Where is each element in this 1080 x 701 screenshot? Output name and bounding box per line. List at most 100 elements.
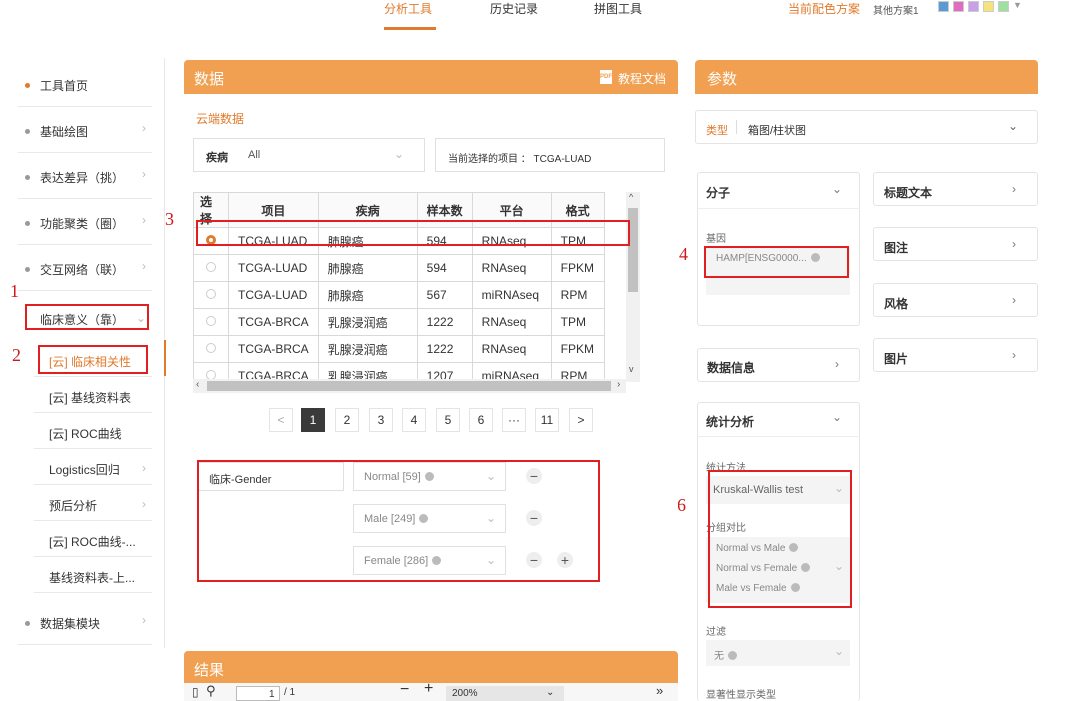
params-panel-title: 参数 xyxy=(707,71,738,88)
chevron-right-icon: › xyxy=(142,497,146,511)
arrow-left-icon[interactable]: ‹ xyxy=(196,379,199,390)
color-swatch[interactable] xyxy=(953,1,964,12)
sidebar-item-home[interactable]: 工具首页 xyxy=(18,63,152,107)
table-cell[interactable] xyxy=(193,254,229,282)
result-panel-header: 结果 xyxy=(184,651,678,683)
sidebar-subitem-prognosis[interactable]: 预后分析 › xyxy=(34,485,152,521)
sidebar-subitem-roc-2[interactable]: [云] ROC曲线-... xyxy=(34,521,152,557)
color-swatch[interactable] xyxy=(983,1,994,12)
stats-card-header[interactable]: 统计分析 ⌄ xyxy=(697,402,860,437)
color-swatch[interactable] xyxy=(998,1,1009,12)
bullet-icon xyxy=(25,175,30,180)
page-ellipsis[interactable]: ··· xyxy=(502,408,526,432)
search-icon[interactable]: ⚲ xyxy=(206,683,216,699)
data-panel-title: 数据 xyxy=(194,71,225,88)
molecule-card-header[interactable]: 分子 ⌄ xyxy=(697,172,860,209)
sidebar-item-label: [云] ROC曲线-... xyxy=(49,535,136,549)
table-cell: 乳腺浸润癌 xyxy=(317,335,418,363)
scrollbar-thumb[interactable] xyxy=(207,381,611,391)
chevron-right-icon: › xyxy=(835,357,839,371)
sidebar-item-label: 基础绘图 xyxy=(40,125,89,139)
table-cell: 1222 xyxy=(416,308,473,336)
row-radio[interactable] xyxy=(206,316,216,326)
annotation-number: 3 xyxy=(165,209,174,229)
sidebar-item-basic-plot[interactable]: 基础绘图 › xyxy=(18,109,152,153)
table-cell: RNAseq xyxy=(471,335,552,363)
legend-card[interactable]: 图注 › xyxy=(873,227,1038,261)
color-scheme-select[interactable]: 其他方案1 xyxy=(873,2,919,17)
page-button[interactable]: 3 xyxy=(369,408,393,432)
image-card[interactable]: 图片 › xyxy=(873,338,1038,372)
table-cell[interactable] xyxy=(193,308,229,336)
cloud-data-label: 云端数据 xyxy=(196,112,245,126)
result-panel-title: 结果 xyxy=(194,662,225,679)
row-radio[interactable] xyxy=(206,343,216,353)
horizontal-scrollbar[interactable]: ‹ › xyxy=(193,379,626,393)
bullet-icon xyxy=(25,221,30,226)
table-cell: 594 xyxy=(416,254,473,282)
page-button[interactable]: 4 xyxy=(402,408,426,432)
page-button[interactable]: 5 xyxy=(436,408,460,432)
table-cell[interactable] xyxy=(193,281,229,309)
sidebar-item-diff-expression[interactable]: 表达差异（挑） › xyxy=(18,155,152,199)
chevron-right-icon: › xyxy=(142,613,146,627)
row-radio[interactable] xyxy=(206,289,216,299)
table-cell: TCGA-BRCA xyxy=(228,335,319,363)
sidebar-item-dataset[interactable]: 数据集模块 › xyxy=(18,601,152,645)
sidebar-subitem-roc[interactable]: [云] ROC曲线 xyxy=(34,413,152,449)
page-button[interactable]: 1 xyxy=(301,408,325,432)
sidebar-item-label: 基线资料表-上... xyxy=(49,571,135,585)
zoom-in-icon[interactable]: + xyxy=(424,683,433,698)
table-row[interactable]: TCGA-LUAD 肺腺癌 594 RNAseq FPKM xyxy=(193,254,605,282)
chevron-right-icon: › xyxy=(142,461,146,475)
zoom-out-icon[interactable]: − xyxy=(400,683,409,699)
chevron-right-icon: › xyxy=(1012,293,1016,307)
nav-collage-tools[interactable]: 拼图工具 xyxy=(594,0,642,17)
sidebar-item-label: 交互网络（联） xyxy=(40,263,125,277)
chevron-down-icon: ⌄ xyxy=(832,410,843,424)
color-swatch[interactable] xyxy=(968,1,979,12)
disease-value: All xyxy=(248,149,261,161)
page-button[interactable]: 6 xyxy=(469,408,493,432)
sidebar-item-label: 工具首页 xyxy=(40,79,89,93)
table-row[interactable]: TCGA-LUAD 肺腺癌 567 miRNAseq RPM xyxy=(193,281,605,309)
style-card[interactable]: 风格 › xyxy=(873,283,1038,317)
table-cell: 567 xyxy=(416,281,473,309)
more-tools-icon[interactable]: » xyxy=(656,683,663,698)
table-row[interactable]: TCGA-BRCA 乳腺浸润癌 1222 RNAseq FPKM xyxy=(193,335,605,363)
filter-select[interactable]: 无 ⌄ xyxy=(706,640,850,666)
table-cell: RNAseq xyxy=(471,308,552,336)
page-number-input[interactable]: 1 xyxy=(236,686,280,701)
table-cell[interactable] xyxy=(193,335,229,363)
sidebar-subitem-baseline-table[interactable]: [云] 基线资料表 xyxy=(34,377,152,413)
page-button[interactable]: 11 xyxy=(535,408,559,432)
color-swatch[interactable] xyxy=(938,1,949,12)
nav-history[interactable]: 历史记录 xyxy=(490,0,538,17)
nav-analysis-tools[interactable]: 分析工具 xyxy=(384,0,432,17)
chevron-down-icon[interactable]: ▼ xyxy=(1013,0,1022,10)
chevron-right-icon: › xyxy=(1012,182,1016,196)
type-label: 类型 xyxy=(706,125,728,137)
annotation-number: 6 xyxy=(677,495,686,515)
arrow-up-icon[interactable]: ^ xyxy=(629,192,633,202)
page-button[interactable]: 2 xyxy=(335,408,359,432)
sidebar-item-interaction-network[interactable]: 交互网络（联） › xyxy=(18,247,152,291)
data-info-card[interactable]: 数据信息 › xyxy=(697,348,860,382)
nav-active-underline xyxy=(384,27,436,30)
chart-type-select[interactable]: 类型 箱图/柱状图 ⌄ xyxy=(695,110,1038,144)
tutorial-doc-link[interactable]: 教程文档 xyxy=(618,70,666,87)
zoom-select[interactable]: 200% ⌄ xyxy=(446,686,564,701)
sidebar-subitem-baseline-upload[interactable]: 基线资料表-上... xyxy=(34,557,152,593)
table-row[interactable]: TCGA-BRCA 乳腺浸润癌 1222 RNAseq TPM xyxy=(193,308,605,336)
arrow-right-icon[interactable]: › xyxy=(617,379,620,390)
prev-page-button[interactable]: < xyxy=(269,408,293,432)
disease-select[interactable]: 疾病 All ⌄ xyxy=(193,138,425,172)
sidebar-toggle-icon[interactable]: ▯ xyxy=(192,685,199,699)
next-page-button[interactable]: > xyxy=(569,408,593,432)
sidebar-subitem-logistics[interactable]: Logistics回归 › xyxy=(34,449,152,485)
row-radio[interactable] xyxy=(206,262,216,272)
close-icon[interactable] xyxy=(728,651,737,660)
arrow-down-icon[interactable]: v xyxy=(629,364,634,374)
sidebar-item-function-cluster[interactable]: 功能聚类（圈） › xyxy=(18,201,152,245)
title-text-card[interactable]: 标题文本 › xyxy=(873,172,1038,206)
